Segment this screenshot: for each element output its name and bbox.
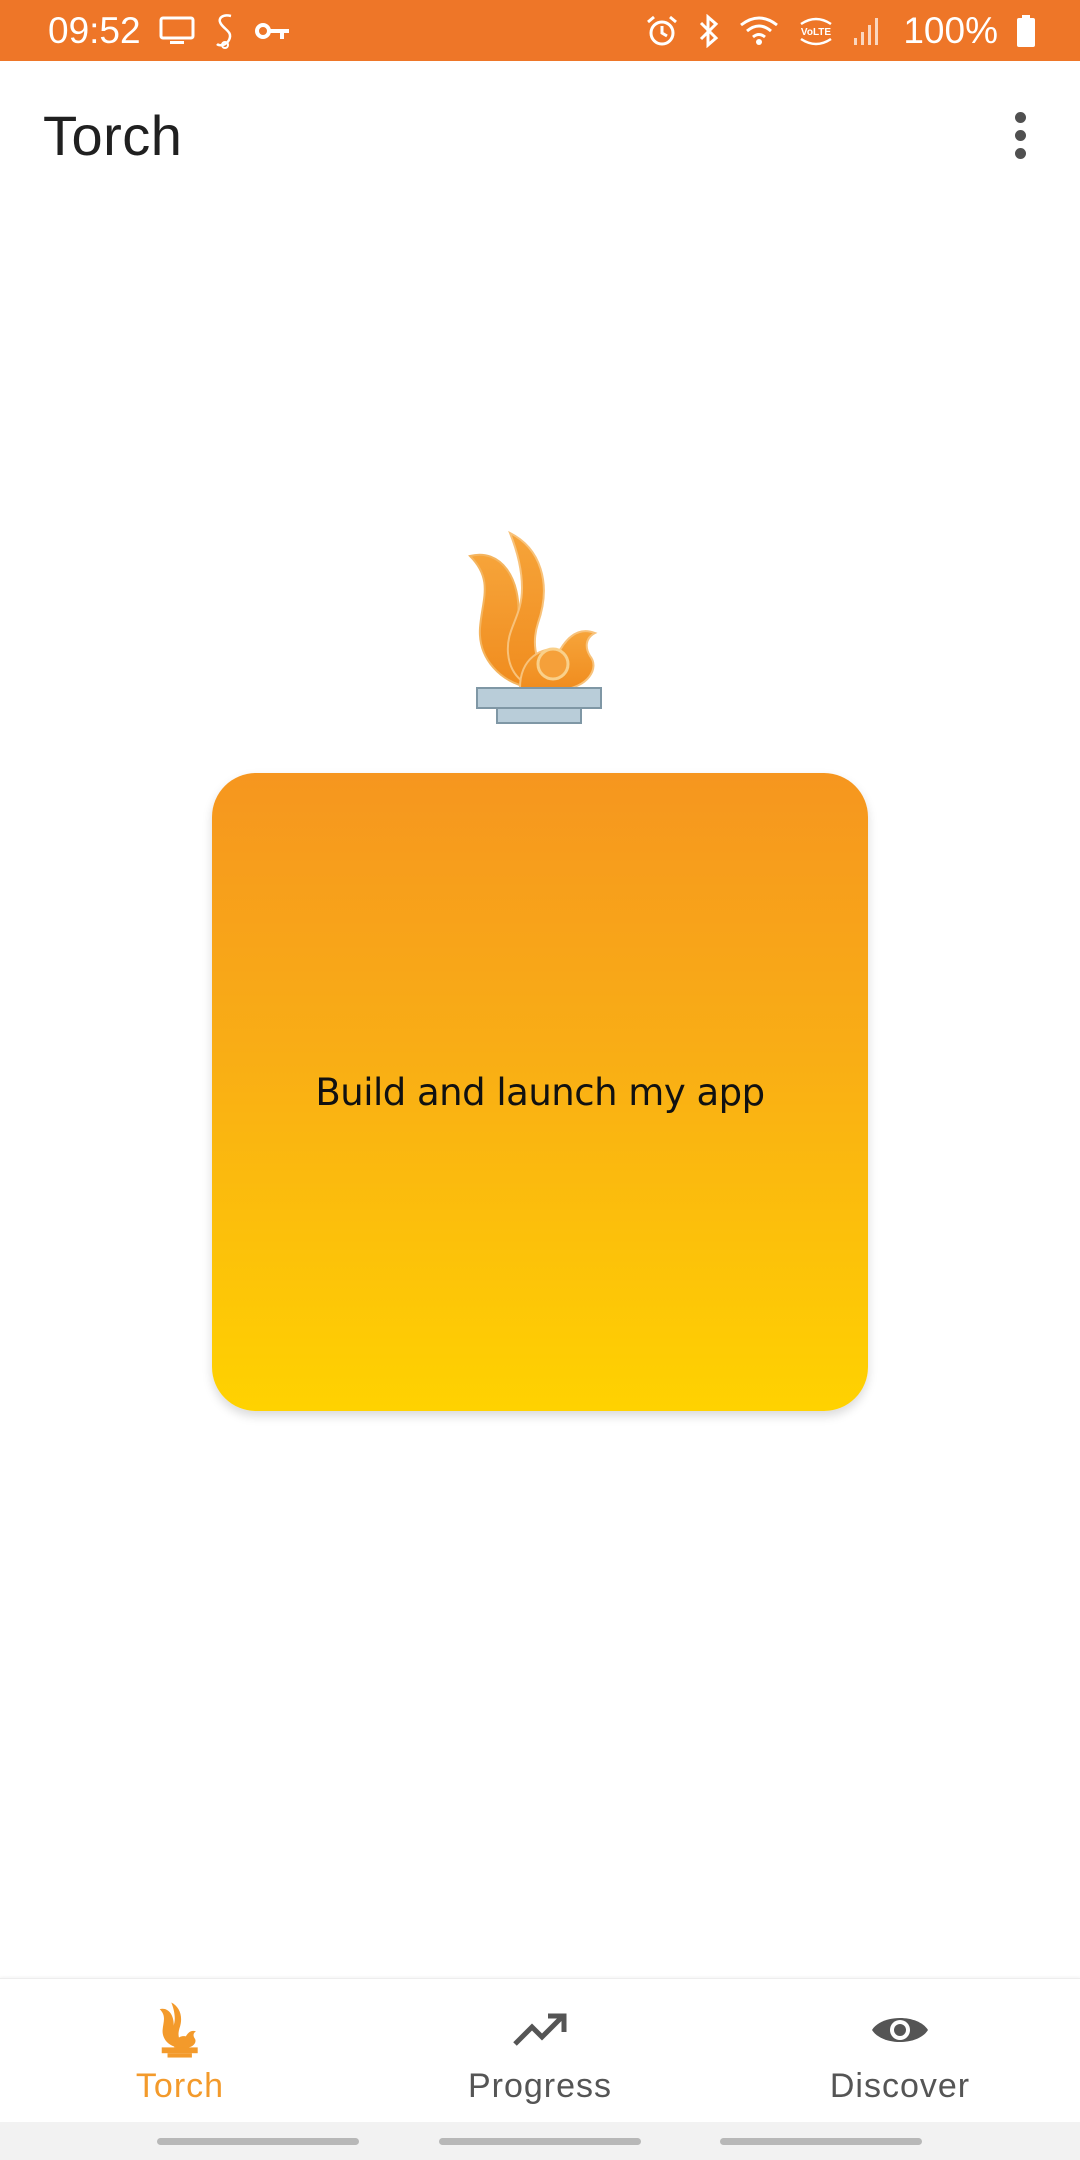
more-vert-icon-dot bbox=[1014, 147, 1026, 159]
app-bar: Torch bbox=[0, 61, 1080, 209]
app-s-icon bbox=[213, 11, 237, 51]
more-vert-icon-dot bbox=[1014, 111, 1026, 123]
status-time: 09:52 bbox=[48, 9, 141, 51]
screen: 09:52 VoLTE 100% Torch Build and launch … bbox=[0, 0, 1080, 2160]
build-launch-label: Build and launch my app bbox=[315, 1070, 765, 1114]
nav-label-torch: Torch bbox=[135, 2067, 225, 2105]
gesture-pill-left[interactable] bbox=[157, 2138, 359, 2145]
gesture-pill-right[interactable] bbox=[720, 2138, 922, 2145]
volte-icon: VoLTE bbox=[797, 11, 835, 51]
signal-icon bbox=[853, 11, 881, 51]
status-bar: 09:52 VoLTE 100% bbox=[0, 0, 1080, 61]
screen-cast-icon bbox=[159, 11, 195, 51]
nav-label-progress: Progress bbox=[467, 2067, 613, 2105]
more-options-button[interactable] bbox=[990, 95, 1050, 175]
gesture-bar bbox=[0, 2122, 1080, 2160]
battery-percent: 100% bbox=[903, 9, 998, 51]
bluetooth-icon bbox=[697, 11, 721, 51]
key-icon bbox=[254, 11, 291, 51]
more-vert-icon-dot bbox=[1014, 129, 1026, 141]
eye-icon bbox=[870, 2001, 930, 2059]
nav-label-discover: Discover bbox=[829, 2067, 971, 2105]
alarm-icon bbox=[645, 11, 679, 51]
nav-item-discover[interactable]: Discover bbox=[720, 1979, 1080, 2123]
torch-flame-icon bbox=[155, 2001, 205, 2059]
battery-icon bbox=[1016, 11, 1036, 51]
bottom-nav: Torch Progress Discover bbox=[0, 1978, 1080, 2123]
page-title: Torch bbox=[43, 103, 183, 167]
nav-item-torch[interactable]: Torch bbox=[0, 1979, 360, 2123]
gesture-pill-center[interactable] bbox=[439, 2138, 641, 2145]
build-launch-card[interactable]: Build and launch my app bbox=[212, 773, 868, 1411]
status-bar-left: 09:52 bbox=[48, 10, 291, 52]
torch-flame-icon bbox=[460, 528, 620, 728]
wifi-icon bbox=[739, 11, 779, 51]
status-bar-right: VoLTE 100% bbox=[645, 10, 1036, 52]
nav-item-progress[interactable]: Progress bbox=[360, 1979, 720, 2123]
trending-up-icon bbox=[512, 2001, 568, 2059]
svg-text:VoLTE: VoLTE bbox=[801, 27, 832, 38]
